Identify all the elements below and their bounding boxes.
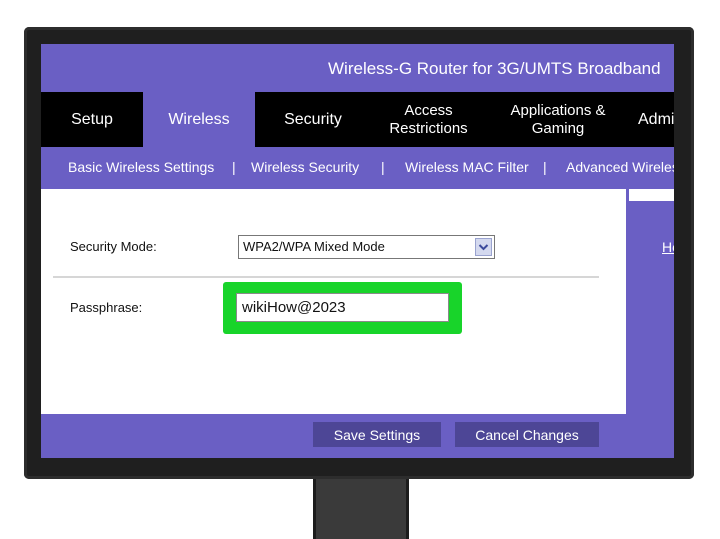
chevron-down-icon[interactable] xyxy=(475,238,492,256)
tab-setup-label: Setup xyxy=(71,110,113,128)
tab-wireless-label: Wireless xyxy=(168,110,230,128)
security-mode-label: Security Mode: xyxy=(70,239,157,254)
tab-access-restrictions[interactable]: Access Restrictions xyxy=(371,92,486,147)
passphrase-label: Passphrase: xyxy=(70,300,143,315)
subnav-basic-wireless-settings[interactable]: Basic Wireless Settings xyxy=(68,159,214,175)
tab-applications-label-line1: Applications & xyxy=(510,101,606,119)
main-tab-bar: Setup Wireless Security Access Restricti… xyxy=(41,92,674,147)
save-settings-button[interactable]: Save Settings xyxy=(313,422,441,447)
subnav-separator: | xyxy=(381,159,385,175)
tab-security-label: Security xyxy=(284,110,342,128)
action-bar: Save Settings Cancel Changes xyxy=(41,414,626,458)
subnav-separator: | xyxy=(543,159,547,175)
wireless-subnav: Basic Wireless Settings | Wireless Secur… xyxy=(41,147,674,189)
cancel-changes-button[interactable]: Cancel Changes xyxy=(455,422,599,447)
title-bar: Wireless-G Router for 3G/UMTS Broadband xyxy=(41,44,674,92)
tab-wireless[interactable]: Wireless xyxy=(143,92,255,147)
monitor-stand xyxy=(313,474,409,539)
tab-security[interactable]: Security xyxy=(255,92,371,147)
security-mode-select[interactable]: WPA2/WPA Mixed Mode xyxy=(238,235,495,259)
form-divider xyxy=(53,276,599,278)
router-admin-screen: Wireless-G Router for 3G/UMTS Broadband … xyxy=(41,44,674,458)
security-mode-value: WPA2/WPA Mixed Mode xyxy=(243,239,385,254)
router-title: Wireless-G Router for 3G/UMTS Broadband xyxy=(328,59,661,78)
subnav-wireless-security[interactable]: Wireless Security xyxy=(251,159,359,175)
tab-applications-gaming[interactable]: Applications & Gaming xyxy=(486,92,630,147)
tab-administration-label: Administration xyxy=(638,110,674,128)
tab-access-label-line2: Restrictions xyxy=(389,119,468,137)
wireless-security-form: Security Mode: WPA2/WPA Mixed Mode Passp… xyxy=(41,189,626,414)
tab-applications-label-line2: Gaming xyxy=(531,119,585,137)
tab-administration[interactable]: Administration xyxy=(638,92,674,147)
help-link[interactable]: Help... xyxy=(662,239,674,255)
tab-setup[interactable]: Setup xyxy=(41,92,143,147)
passphrase-input[interactable]: wikiHow@2023 xyxy=(236,293,449,322)
tab-access-label-line1: Access xyxy=(404,101,453,119)
subnav-separator: | xyxy=(232,159,236,175)
subnav-wireless-mac-filter[interactable]: Wireless MAC Filter xyxy=(405,159,529,175)
subnav-advanced-wireless-settings[interactable]: Advanced Wireless Settings xyxy=(566,159,674,175)
help-panel: Help... xyxy=(629,201,674,458)
